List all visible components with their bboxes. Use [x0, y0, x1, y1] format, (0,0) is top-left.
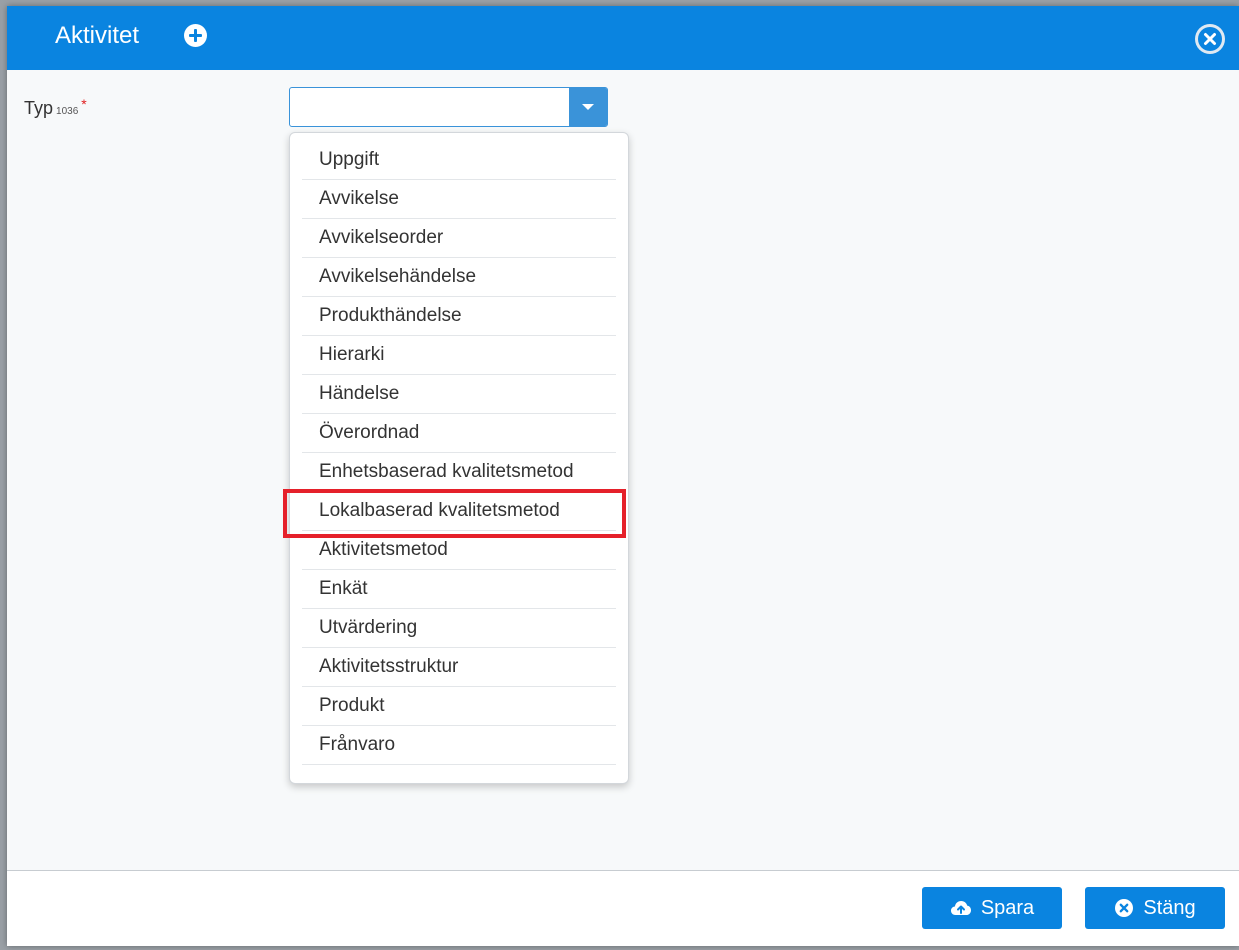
- dropdown-option[interactable]: Avvikelsehändelse: [302, 258, 616, 297]
- close-button-label: Stäng: [1143, 896, 1196, 919]
- dropdown-option[interactable]: Enkät: [302, 570, 616, 609]
- dropdown-option[interactable]: Händelse: [302, 375, 616, 414]
- modal-title: Aktivitet: [55, 22, 140, 49]
- dropdown-option[interactable]: Uppgift: [302, 141, 616, 180]
- dropdown-option[interactable]: Produkthändelse: [302, 297, 616, 336]
- type-select[interactable]: [289, 87, 608, 127]
- x-circle-icon: [1198, 27, 1222, 51]
- dropdown-option-highlighted[interactable]: Lokalbaserad kvalitetsmetod: [302, 492, 616, 531]
- plus-circle-icon[interactable]: [184, 24, 207, 47]
- dropdown-option[interactable]: Hierarki: [302, 336, 616, 375]
- activity-modal: Aktivitet Typ 1036 * Uppgift Avvikelse Avv…: [7, 6, 1239, 946]
- dropdown-option[interactable]: Aktivitetsstruktur: [302, 648, 616, 687]
- dropdown-option[interactable]: Avvikelseorder: [302, 219, 616, 258]
- x-circle-icon: [1115, 899, 1134, 917]
- required-marker: *: [81, 96, 87, 112]
- modal-header: Aktivitet: [7, 6, 1239, 70]
- close-modal-button[interactable]: [1195, 24, 1225, 54]
- cloud-upload-icon: [950, 901, 971, 915]
- dropdown-option[interactable]: Utvärdering: [302, 609, 616, 648]
- dropdown-option[interactable]: Avvikelse: [302, 180, 616, 219]
- save-button-label: Spara: [980, 896, 1035, 919]
- modal-body: Typ 1036 * Uppgift Avvikelse Avvikelseorde…: [7, 70, 1239, 870]
- dropdown-option[interactable]: Aktivitetsmetod: [302, 531, 616, 570]
- chevron-down-icon[interactable]: [569, 88, 607, 126]
- dropdown-option[interactable]: Frånvaro: [302, 726, 616, 765]
- modal-footer: Spara Stäng: [7, 870, 1239, 946]
- type-dropdown-list: Uppgift Avvikelse Avvikelseorder Avvikel…: [289, 132, 629, 784]
- type-label-text: Typ: [24, 98, 54, 118]
- type-field-label: Typ 1036 *: [24, 96, 87, 119]
- save-button[interactable]: Spara: [922, 887, 1062, 929]
- dropdown-option[interactable]: Enhetsbaserad kvalitetsmetod: [302, 453, 616, 492]
- type-field-code: 1036: [56, 106, 79, 117]
- close-button[interactable]: Stäng: [1085, 887, 1225, 929]
- dropdown-option[interactable]: Överordnad: [302, 414, 616, 453]
- dropdown-option[interactable]: Produkt: [302, 687, 616, 726]
